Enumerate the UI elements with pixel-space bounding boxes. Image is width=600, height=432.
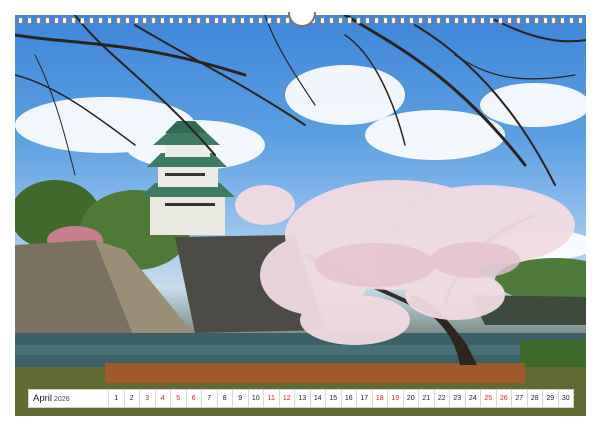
calendar-day: 22 xyxy=(433,390,450,407)
binding-ring xyxy=(258,16,264,24)
binding-ring xyxy=(231,16,237,24)
calendar-day: 1 xyxy=(108,390,124,407)
binding-ring xyxy=(106,16,112,24)
calendar-day: 20 xyxy=(402,390,419,407)
binding-ring xyxy=(169,16,175,24)
calendar-day: 9 xyxy=(232,390,248,407)
calendar-day: 11 xyxy=(263,390,279,407)
castle-cherry-blossom-photo xyxy=(15,15,586,416)
binding-ring xyxy=(44,16,50,24)
month-name: April xyxy=(33,393,53,404)
calendar-day: 17 xyxy=(356,390,372,407)
binding-ring xyxy=(364,16,370,24)
binding-ring xyxy=(480,16,486,24)
calendar-strip: April 2026 1 2 3 4 5 6 7 8 9 10 11 12 13 14 15 16 17 18 19 2… xyxy=(28,389,574,408)
binding-ring xyxy=(346,16,352,24)
binding-ring xyxy=(355,16,361,24)
calendar-day: 28 xyxy=(526,390,543,407)
day-list: 1 2 3 4 5 6 7 8 9 10 11 12 13 14 15 16 17 18 19 20 21 22 23 24 2… xyxy=(108,390,573,407)
binding-ring xyxy=(89,16,95,24)
binding-ring xyxy=(18,16,23,24)
calendar-day: 3 xyxy=(139,390,155,407)
binding-ring xyxy=(195,16,201,24)
binding-ring xyxy=(409,16,415,24)
binding-ring xyxy=(435,16,441,24)
calendar-day: 14 xyxy=(309,390,326,407)
binding-ring xyxy=(338,16,344,24)
binding-ring xyxy=(115,16,121,24)
binding-ring xyxy=(275,16,281,24)
binding-ring xyxy=(551,16,557,24)
binding-ring xyxy=(426,16,432,24)
calendar-day: 4 xyxy=(154,390,171,407)
binding-ring xyxy=(489,16,495,24)
binding-ring xyxy=(266,16,272,24)
calendar-day: 12 xyxy=(278,390,295,407)
binding-ring xyxy=(80,16,86,24)
binding-ring xyxy=(329,16,335,24)
binding-ring xyxy=(542,16,548,24)
calendar-day: 5 xyxy=(170,390,186,407)
binding-ring xyxy=(213,16,219,24)
binding-ring xyxy=(204,16,210,24)
binding-ring xyxy=(142,16,148,24)
binding-ring xyxy=(444,16,450,24)
calendar-day: 6 xyxy=(185,390,202,407)
binding-ring xyxy=(151,16,157,24)
binding-ring xyxy=(453,16,459,24)
binding-ring xyxy=(53,16,59,24)
calendar-day: 16 xyxy=(340,390,357,407)
calendar-day: 13 xyxy=(294,390,310,407)
binding-ring xyxy=(524,16,530,24)
binding-ring xyxy=(62,16,68,24)
binding-ring xyxy=(373,16,379,24)
binding-ring xyxy=(124,16,130,24)
binding-ring xyxy=(506,16,512,24)
calendar-day: 15 xyxy=(325,390,341,407)
binding-ring xyxy=(498,16,504,24)
calendar-day: 27 xyxy=(511,390,527,407)
binding-ring xyxy=(133,16,139,24)
calendar-day: 18 xyxy=(371,390,388,407)
binding-ring xyxy=(240,16,246,24)
month-label: April 2026 xyxy=(29,393,108,404)
calendar-day: 10 xyxy=(247,390,264,407)
binding-ring xyxy=(382,16,388,24)
binding-ring xyxy=(222,16,228,24)
calendar-day: 19 xyxy=(387,390,403,407)
binding-ring xyxy=(462,16,468,24)
binding-ring xyxy=(471,16,477,24)
binding-ring xyxy=(35,16,41,24)
binding-ring xyxy=(400,16,406,24)
binding-ring xyxy=(418,16,424,24)
binding-ring xyxy=(249,16,255,24)
binding-ring xyxy=(515,16,521,24)
binding-ring xyxy=(160,16,166,24)
binding-ring xyxy=(186,16,192,24)
binding-ring xyxy=(26,16,32,24)
binding-ring xyxy=(560,16,566,24)
calendar-day: 7 xyxy=(201,390,217,407)
calendar-day: 26 xyxy=(495,390,512,407)
binding-ring xyxy=(98,16,104,24)
binding-ring xyxy=(71,16,77,24)
calendar-day: 30 xyxy=(557,390,574,407)
binding-ring xyxy=(320,16,326,24)
binding-ring xyxy=(178,16,184,24)
calendar-day: 21 xyxy=(418,390,434,407)
binding-ring xyxy=(569,16,575,24)
binding-ring xyxy=(533,16,539,24)
calendar-day: 24 xyxy=(464,390,481,407)
calendar-day: 29 xyxy=(542,390,558,407)
calendar-day: 25 xyxy=(480,390,496,407)
photo-illustration xyxy=(15,15,586,416)
calendar-day: 8 xyxy=(216,390,233,407)
binding-ring xyxy=(391,16,397,24)
calendar-day: 23 xyxy=(449,390,465,407)
calendar-day: 2 xyxy=(123,390,140,407)
binding-ring xyxy=(578,16,584,24)
year-label: 2026 xyxy=(54,396,70,403)
